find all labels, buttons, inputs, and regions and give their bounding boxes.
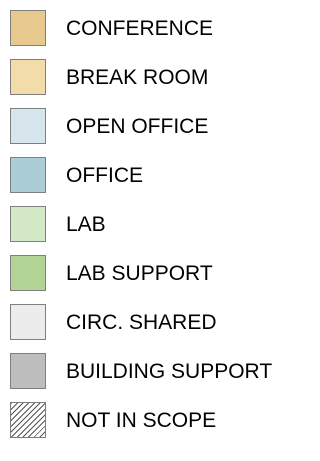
not-in-scope-hatch-swatch xyxy=(10,402,46,438)
legend-item-break-room: BREAK ROOM xyxy=(10,59,310,95)
legend-label-lab: LAB xyxy=(66,212,106,236)
legend-label-lab-support: LAB SUPPORT xyxy=(66,261,213,285)
legend-label-not-in-scope: NOT IN SCOPE xyxy=(66,408,217,432)
legend-label-circ-shared: CIRC. SHARED xyxy=(66,310,217,334)
circ-shared-swatch xyxy=(10,304,46,340)
legend-item-building-support: BUILDING SUPPORT xyxy=(10,353,310,389)
legend-item-circ-shared: CIRC. SHARED xyxy=(10,304,310,340)
conference-swatch xyxy=(10,10,46,46)
building-support-swatch xyxy=(10,353,46,389)
legend-item-office: OFFICE xyxy=(10,157,310,193)
legend-label-office: OFFICE xyxy=(66,163,143,187)
legend-item-lab-support: LAB SUPPORT xyxy=(10,255,310,291)
legend-item-conference: CONFERENCE xyxy=(10,10,310,46)
space-type-legend: CONFERENCE BREAK ROOM OPEN OFFICE OFFICE… xyxy=(10,10,310,438)
legend-label-open-office: OPEN OFFICE xyxy=(66,114,209,138)
open-office-swatch xyxy=(10,108,46,144)
break-room-swatch xyxy=(10,59,46,95)
office-swatch xyxy=(10,157,46,193)
legend-item-not-in-scope: NOT IN SCOPE xyxy=(10,402,310,438)
lab-support-swatch xyxy=(10,255,46,291)
legend-item-lab: LAB xyxy=(10,206,310,242)
lab-swatch xyxy=(10,206,46,242)
legend-label-conference: CONFERENCE xyxy=(66,16,214,40)
legend-item-open-office: OPEN OFFICE xyxy=(10,108,310,144)
legend-label-break-room: BREAK ROOM xyxy=(66,65,209,89)
legend-label-building-support: BUILDING SUPPORT xyxy=(66,359,273,383)
